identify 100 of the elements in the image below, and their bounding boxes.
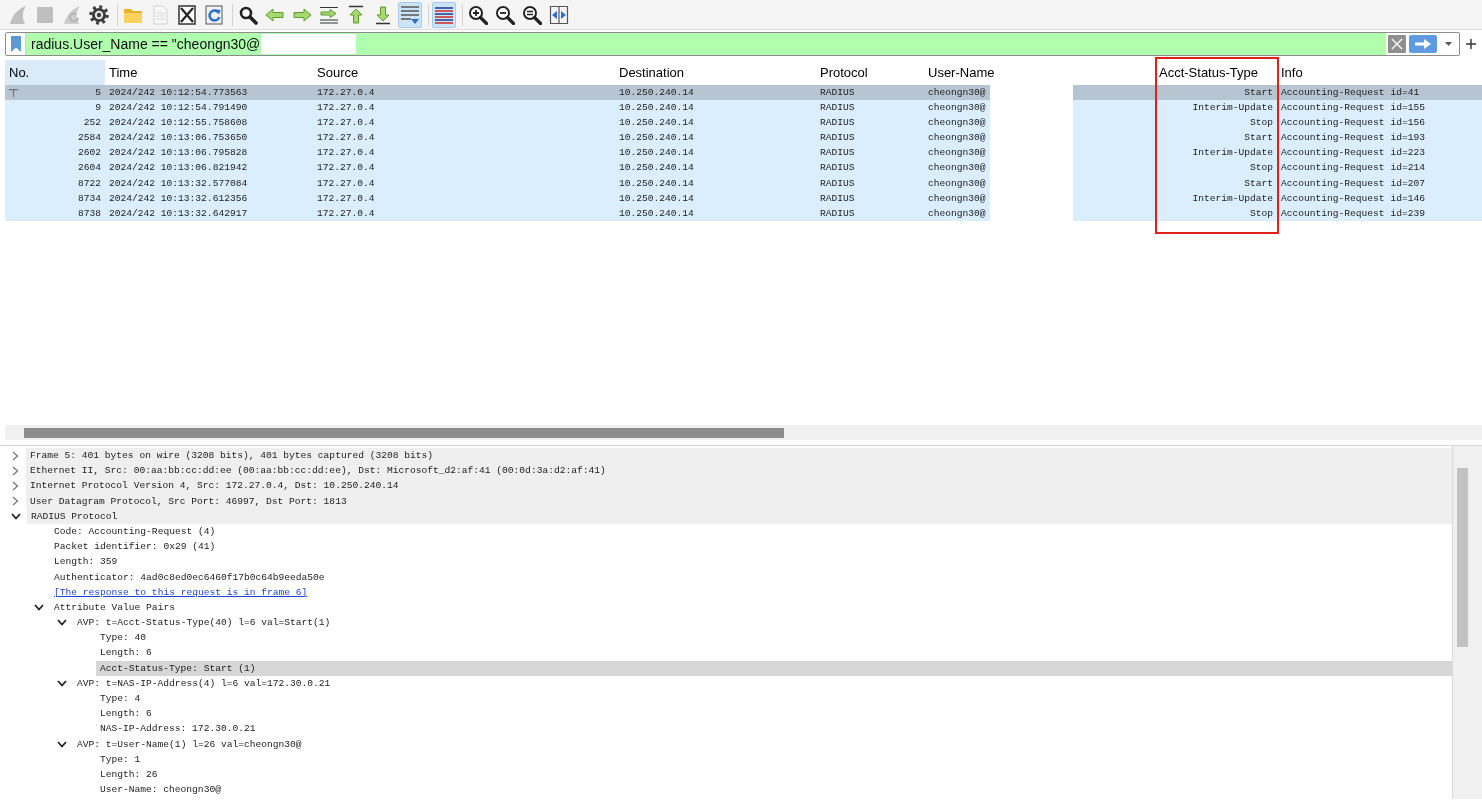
table-cell-text: RADIUS — [819, 206, 856, 221]
table-cell-text: 172.27.0.4 — [316, 206, 376, 221]
scrollbar-thumb[interactable] — [24, 427, 784, 438]
table-cell-text: 2024/242 10:12:54.773563 — [108, 86, 249, 100]
table-cell-text: 172.27.0.4 — [316, 116, 376, 131]
tree-item[interactable]: AVP: t=Acct-Status-Type(40) l=6 val=Start(1) — [73, 615, 335, 631]
close-icon — [1391, 38, 1403, 50]
column-header[interactable]: Acct-Status-Type — [1155, 60, 1277, 85]
table-cell-text: RADIUS — [819, 146, 856, 161]
chevron-down-icon[interactable] — [34, 603, 44, 611]
table-cell-text: 10.250.240.14 — [618, 161, 695, 176]
vertical-scrollbar[interactable] — [1452, 446, 1482, 799]
stop-icon — [35, 4, 55, 25]
table-cell-text: 9 — [94, 101, 102, 116]
tree-item[interactable]: AVP: t=User-Name(1) l=26 val=cheongn30@ — [73, 736, 306, 752]
apply-filter-button[interactable] — [1409, 35, 1437, 53]
chevron-down-icon[interactable] — [57, 679, 67, 687]
chevron-down-icon[interactable] — [57, 619, 67, 627]
tree-item[interactable]: AVP: t=NAS-IP-Address(4) l=6 val=172.30.0.21 — [73, 675, 335, 691]
table-cell-text: 2604 — [76, 161, 102, 176]
chevron-right-icon[interactable] — [12, 450, 19, 461]
zoom-reset-icon — [522, 4, 542, 25]
column-header[interactable]: User-Name — [924, 60, 1155, 85]
table-cell-text: Accounting-Request id=41 — [1280, 86, 1421, 100]
column-header[interactable]: Time — [105, 60, 313, 85]
packet-row[interactable]: 2584 2024/242 10:13:06.753650 172.27.0.4 10.250.240.14 RADIUS cheongn30@ Start Accounting-Request id=193 — [5, 130, 1482, 146]
tree-item[interactable]: NAS-IP-Address: 172.30.0.21 — [96, 721, 260, 737]
table-cell-text: RADIUS — [819, 116, 856, 131]
tree-item[interactable]: Length: 6 — [96, 645, 156, 661]
tree-item[interactable]: Code: Accounting-Request (4) — [50, 523, 220, 540]
packet-row[interactable]: 9 2024/242 10:12:54.791490 172.27.0.4 10.250.240.14 RADIUS cheongn30@ Interim-Update Accounting-Request id=155 — [5, 100, 1482, 116]
table-cell-text: cheongn30@ — [927, 131, 987, 146]
table-cell-text: cheongn30@ — [927, 191, 987, 206]
chevron-right-icon[interactable] — [12, 480, 19, 491]
table-cell-text: RADIUS — [819, 161, 856, 176]
tee-icon — [9, 89, 18, 97]
response-link[interactable]: [The response to this request is in frame 6] — [50, 584, 312, 600]
chevron-right-icon[interactable] — [12, 496, 19, 507]
tree-item[interactable]: Acct-Status-Type: Start (1) — [96, 660, 1452, 676]
column-header[interactable]: No. — [5, 60, 105, 85]
table-cell-text: 10.250.240.14 — [618, 86, 695, 100]
tree-item[interactable]: Attribute Value Pairs — [50, 599, 179, 616]
clear-filter-button[interactable] — [1388, 35, 1406, 53]
table-cell-text: cheongn30@ — [927, 161, 987, 176]
table-cell-text: Accounting-Request id=214 — [1280, 161, 1426, 176]
column-header[interactable]: Source — [313, 60, 615, 85]
reload-icon — [204, 4, 224, 25]
tree-item[interactable]: Length: 6 — [96, 706, 156, 722]
tree-item[interactable]: Frame 5: 401 bytes on wire (3208 bits), 401 bytes captured (3208 bits) — [26, 448, 1452, 464]
shark-fin-icon — [8, 4, 28, 25]
tree-item[interactable]: User-Name: cheongn30@ — [96, 782, 225, 798]
table-cell-text: Accounting-Request id=156 — [1280, 116, 1426, 131]
tree-item[interactable]: Ethernet II, Src: 00:aa:bb:cc:dd:ee (00:aa:bb:cc:dd:ee), Dst: Microsoft_d2:af:41 (00:0d:3a:d2:af:41) — [26, 463, 1452, 479]
tree-item[interactable]: Authenticator: 4ad0c8ed0ec6460f17b0c64b9eeda50e — [50, 569, 329, 585]
up-arrow-icon — [346, 4, 366, 25]
table-cell-text: Start — [1243, 86, 1274, 100]
table-cell-text: Start — [1243, 176, 1274, 191]
table-cell-text: 172.27.0.4 — [316, 86, 376, 100]
column-header[interactable]: Protocol — [816, 60, 924, 85]
table-cell-text: 10.250.240.14 — [618, 206, 695, 221]
down-arrow-icon — [373, 4, 393, 25]
tree-item[interactable]: Type: 1 — [96, 751, 145, 767]
document-icon — [150, 4, 170, 25]
table-cell-text: 2584 — [76, 131, 102, 146]
table-cell-text: Interim-Update — [1191, 191, 1274, 206]
packet-row[interactable]: 5 2024/242 10:12:54.773563 172.27.0.4 10.250.240.14 RADIUS cheongn30@ Start Accounting-Request id=41 — [5, 85, 1482, 101]
table-cell-text: 10.250.240.14 — [618, 176, 695, 191]
column-header[interactable]: Info — [1277, 60, 1482, 85]
table-cell-text: Accounting-Request id=239 — [1280, 206, 1426, 221]
tree-item[interactable]: Length: 26 — [96, 766, 162, 783]
table-cell-text: Stop — [1248, 161, 1274, 176]
scrollbar-thumb[interactable] — [1457, 468, 1468, 647]
packet-row[interactable]: 2602 2024/242 10:13:06.795828 172.27.0.4 10.250.240.14 RADIUS cheongn30@ Interim-Update Accounting-Request id=223 — [5, 145, 1482, 161]
tree-item[interactable]: Internet Protocol Version 4, Src: 172.27.0.4, Dst: 10.250.240.14 — [26, 478, 1452, 494]
table-cell-text: Accounting-Request id=223 — [1280, 146, 1426, 161]
tree-item[interactable]: Length: 359 — [50, 554, 122, 570]
table-cell-text: 172.27.0.4 — [316, 131, 376, 146]
resize-columns-icon — [549, 4, 569, 25]
tree-item[interactable]: Type: 40 — [96, 630, 151, 646]
table-cell-text: RADIUS — [819, 191, 856, 206]
packet-row[interactable]: 252 2024/242 10:12:55.758608 172.27.0.4 10.250.240.14 RADIUS cheongn30@ Stop Accounting-Request id=156 — [5, 115, 1482, 131]
table-cell-text: 10.250.240.14 — [618, 146, 695, 161]
chevron-right-icon[interactable] — [12, 465, 19, 476]
column-header[interactable]: Destination — [615, 60, 816, 85]
table-cell-text: 8722 — [76, 176, 102, 191]
table-cell-text: Accounting-Request id=207 — [1280, 176, 1426, 191]
tree-item[interactable]: Type: 4 — [96, 691, 145, 707]
plus-icon — [1466, 39, 1476, 49]
table-cell-text: 2024/242 10:12:55.758608 — [108, 116, 249, 131]
table-cell-text: 2024/242 10:13:06.795828 — [108, 146, 249, 161]
chevron-down-icon[interactable] — [11, 512, 21, 520]
filter-field[interactable]: radius.User_Name == "cheongn30@ — [26, 33, 1386, 55]
table-cell-text: cheongn30@ — [927, 146, 987, 161]
tree-item[interactable]: Packet identifier: 0x29 (41) — [50, 539, 220, 555]
bookmark-button[interactable] — [6, 33, 26, 55]
table-cell-text: Start — [1243, 131, 1274, 146]
packet-row[interactable]: 2604 2024/242 10:13:06.821942 172.27.0.4 10.250.240.14 RADIUS cheongn30@ Stop Accounting-Request id=214 — [5, 160, 1482, 176]
horizontal-scrollbar[interactable] — [5, 425, 1482, 440]
chevron-down-icon[interactable] — [57, 740, 67, 748]
table-cell-text: 172.27.0.4 — [316, 161, 376, 176]
